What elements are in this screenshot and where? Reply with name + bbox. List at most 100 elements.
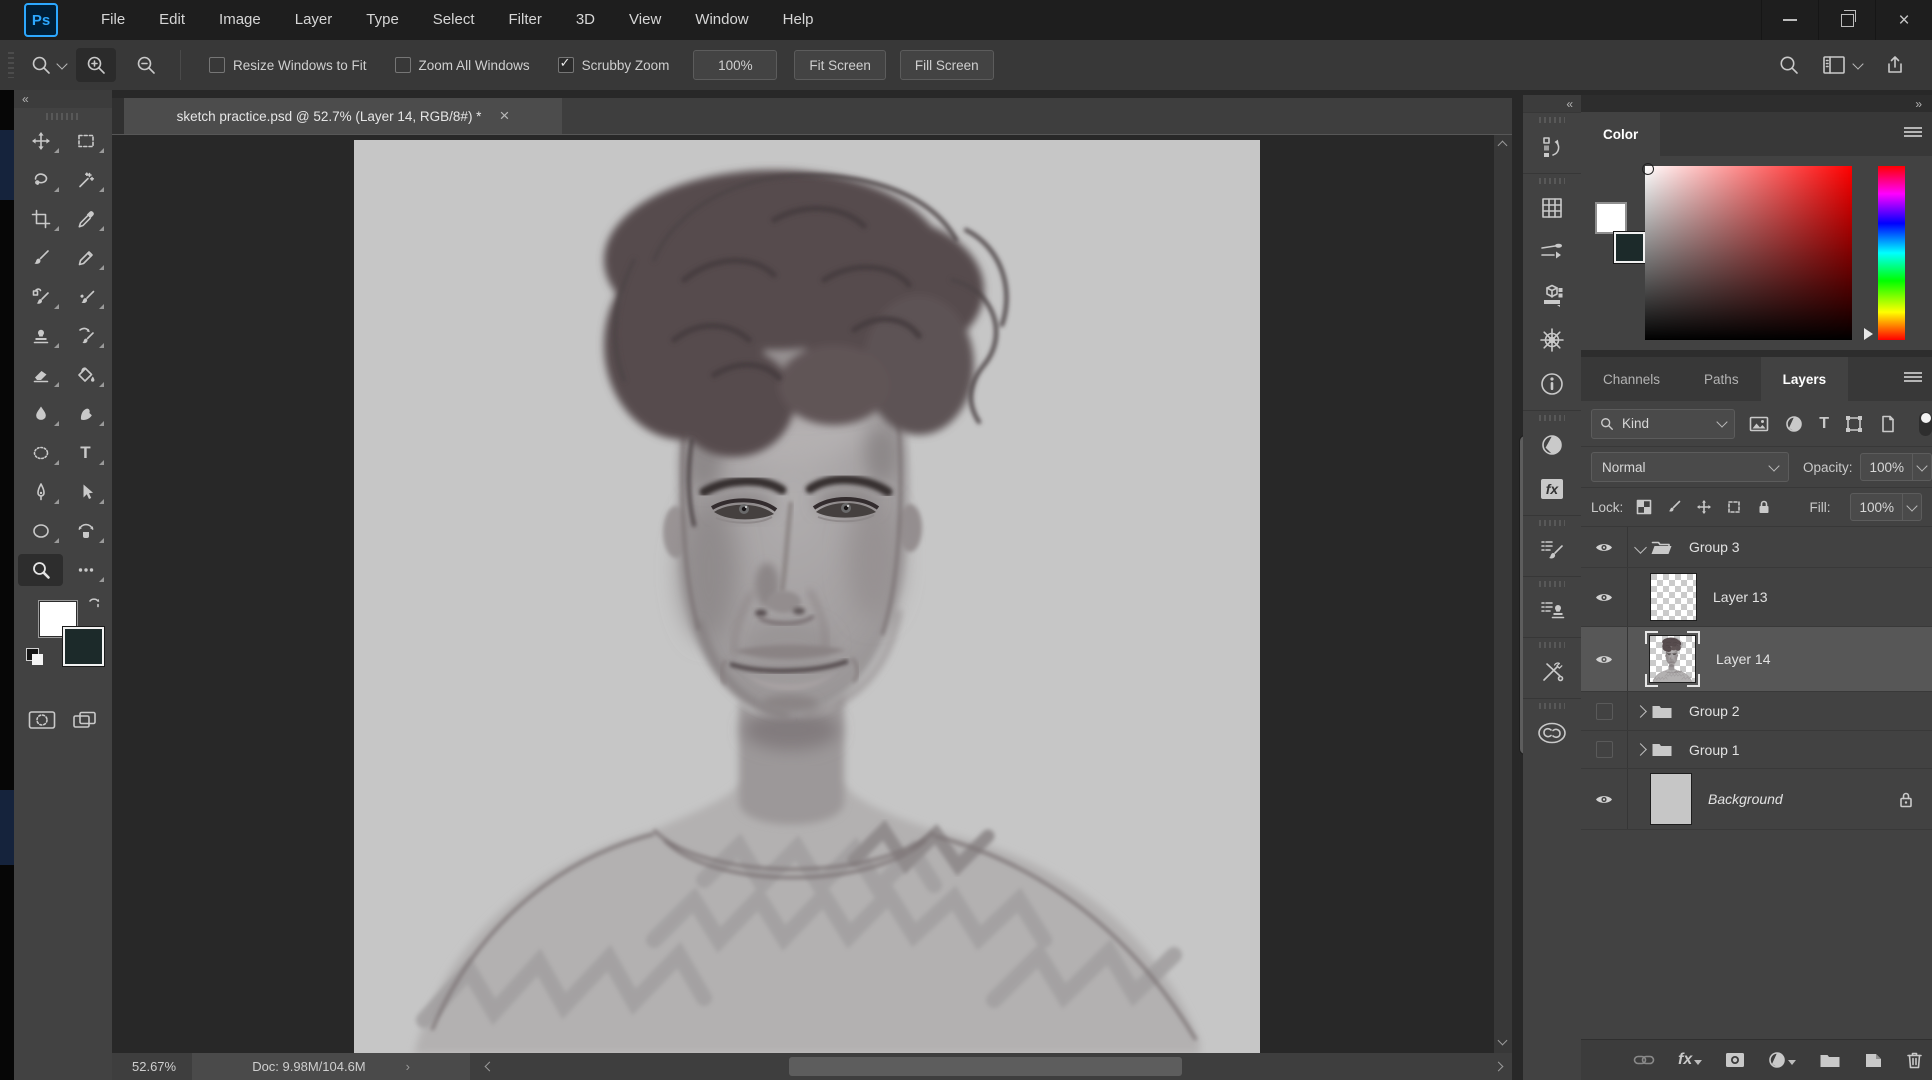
- horizontal-scrollbar[interactable]: [493, 1053, 1495, 1080]
- creative-cloud-button[interactable]: [1523, 711, 1581, 755]
- menu-3d[interactable]: 3D: [559, 0, 612, 40]
- fill-field[interactable]: 100%: [1850, 493, 1922, 521]
- menu-layer[interactable]: Layer: [278, 0, 350, 40]
- adjustment-layer-button[interactable]: [1768, 1051, 1796, 1069]
- pen-tool[interactable]: [18, 479, 63, 505]
- fill-dropdown-button[interactable]: [1902, 494, 1921, 520]
- zoom-all-windows-checkbox[interactable]: Zoom All Windows: [395, 57, 530, 73]
- workspace-switcher[interactable]: [1822, 55, 1862, 75]
- rotate-view-tool[interactable]: [63, 518, 108, 544]
- menu-image[interactable]: Image: [202, 0, 278, 40]
- lock-all-icon[interactable]: [1755, 499, 1773, 515]
- document-tab[interactable]: sketch practice.psd @ 52.7% (Layer 14, R…: [124, 98, 562, 134]
- clone-stamp-tool[interactable]: [18, 323, 63, 349]
- dodge-tool[interactable]: [18, 440, 63, 466]
- layer-name[interactable]: Group 2: [1689, 703, 1740, 719]
- blur-tool[interactable]: [18, 401, 63, 427]
- styles-panel-button[interactable]: fx: [1523, 467, 1581, 511]
- layer-thumbnail[interactable]: [1650, 773, 1692, 825]
- layer-row-layer13[interactable]: Layer 13: [1581, 568, 1932, 627]
- menu-select[interactable]: Select: [416, 0, 492, 40]
- tool-presets-panel-button[interactable]: [1523, 650, 1581, 694]
- zoom-in-button[interactable]: [76, 48, 116, 82]
- eraser-tool[interactable]: [18, 362, 63, 388]
- menu-type[interactable]: Type: [349, 0, 416, 40]
- filter-smart-objects-icon[interactable]: [1879, 415, 1897, 433]
- materials-panel-button[interactable]: [1523, 274, 1581, 318]
- expand-collapse-icon[interactable]: [1634, 541, 1647, 554]
- layer-name[interactable]: Group 1: [1689, 742, 1740, 758]
- visibility-toggle[interactable]: [1581, 527, 1628, 567]
- layer-row-layer14[interactable]: Layer 14: [1581, 627, 1932, 692]
- resize-windows-checkbox[interactable]: Resize Windows to Fit: [209, 57, 367, 73]
- screen-mode-icon[interactable]: [72, 710, 98, 730]
- filter-type-layers-icon[interactable]: T: [1819, 415, 1829, 433]
- menu-edit[interactable]: Edit: [142, 0, 202, 40]
- quick-mask-icon[interactable]: [28, 710, 56, 730]
- trash-icon[interactable]: [1906, 1051, 1923, 1069]
- share-icon[interactable]: [1884, 54, 1906, 76]
- type-tool[interactable]: T: [63, 440, 108, 466]
- filter-toggle[interactable]: [1919, 412, 1932, 436]
- hue-bar[interactable]: [1878, 166, 1905, 340]
- scroll-right-icon[interactable]: [1494, 1062, 1504, 1072]
- zoom-out-button[interactable]: [126, 48, 166, 82]
- background-color-swatch[interactable]: [63, 627, 104, 666]
- visibility-toggle[interactable]: [1581, 627, 1628, 691]
- art-history-brush-tool[interactable]: [18, 284, 63, 310]
- tab-layers[interactable]: Layers: [1761, 357, 1849, 401]
- link-icon[interactable]: [1633, 1053, 1655, 1067]
- restore-button[interactable]: [1818, 0, 1875, 40]
- status-menu-chevron[interactable]: ›: [406, 1059, 410, 1074]
- new-layer-icon[interactable]: [1864, 1052, 1883, 1069]
- zoom-level-field[interactable]: 100%: [693, 50, 777, 80]
- background-color-swatch[interactable]: [1614, 232, 1645, 263]
- move-tool[interactable]: [18, 128, 63, 154]
- expand-collapse-icon[interactable]: [1634, 705, 1647, 718]
- fit-screen-button[interactable]: Fit Screen: [794, 50, 886, 80]
- visibility-toggle-off[interactable]: [1581, 731, 1628, 768]
- color-picker-ring[interactable]: [1642, 163, 1654, 175]
- blend-mode-dropdown[interactable]: Normal: [1591, 452, 1789, 482]
- filter-adjustment-layers-icon[interactable]: [1785, 415, 1803, 433]
- layer-row-background[interactable]: Background: [1581, 769, 1932, 830]
- smudge-tool[interactable]: [63, 401, 108, 427]
- layer-thumbnail[interactable]: [1650, 573, 1697, 621]
- mixer-brush-tool[interactable]: [63, 284, 108, 310]
- history-brush-tool[interactable]: [63, 323, 108, 349]
- horizontal-scroll-thumb[interactable]: [789, 1057, 1182, 1076]
- lock-transparency-icon[interactable]: [1635, 499, 1653, 515]
- dock-expand-header[interactable]: »: [1581, 95, 1932, 112]
- paint-bucket-tool[interactable]: [63, 362, 108, 388]
- brush-settings-panel-button[interactable]: [1523, 528, 1581, 572]
- layer-name[interactable]: Group 3: [1689, 539, 1740, 555]
- path-selection-tool[interactable]: [63, 479, 108, 505]
- layer-name[interactable]: Layer 14: [1716, 651, 1770, 667]
- close-button[interactable]: ×: [1875, 0, 1932, 40]
- foreground-color-swatch[interactable]: [1595, 202, 1627, 234]
- search-icon[interactable]: [1778, 54, 1800, 76]
- layer-mask-icon[interactable]: [1725, 1052, 1745, 1068]
- zoom-tool[interactable]: [18, 554, 63, 586]
- filter-shape-layers-icon[interactable]: [1845, 415, 1863, 433]
- fill-screen-button[interactable]: Fill Screen: [900, 50, 994, 80]
- new-group-icon[interactable]: [1819, 1052, 1841, 1069]
- menu-window[interactable]: Window: [678, 0, 765, 40]
- pencil-tool[interactable]: [63, 245, 108, 271]
- hue-slider-arrow[interactable]: [1864, 328, 1873, 340]
- tab-paths[interactable]: Paths: [1682, 357, 1761, 401]
- vertical-scrollbar[interactable]: [1494, 135, 1512, 1054]
- status-zoom-level[interactable]: 52.67%: [132, 1059, 176, 1074]
- edit-toolbar-button[interactable]: [63, 557, 108, 583]
- filter-kind-dropdown[interactable]: Kind: [1591, 409, 1735, 439]
- expand-collapse-icon[interactable]: [1634, 743, 1647, 756]
- magic-wand-tool[interactable]: [63, 167, 108, 193]
- visibility-toggle[interactable]: [1581, 769, 1628, 829]
- scrubby-zoom-checkbox[interactable]: Scrubby Zoom: [558, 57, 670, 73]
- menu-filter[interactable]: Filter: [492, 0, 559, 40]
- opacity-field[interactable]: 100%: [1860, 453, 1932, 481]
- menu-help[interactable]: Help: [766, 0, 831, 40]
- swatches-panel-button[interactable]: [1523, 186, 1581, 230]
- info-panel-button[interactable]: [1523, 362, 1581, 406]
- tab-channels[interactable]: Channels: [1581, 357, 1682, 401]
